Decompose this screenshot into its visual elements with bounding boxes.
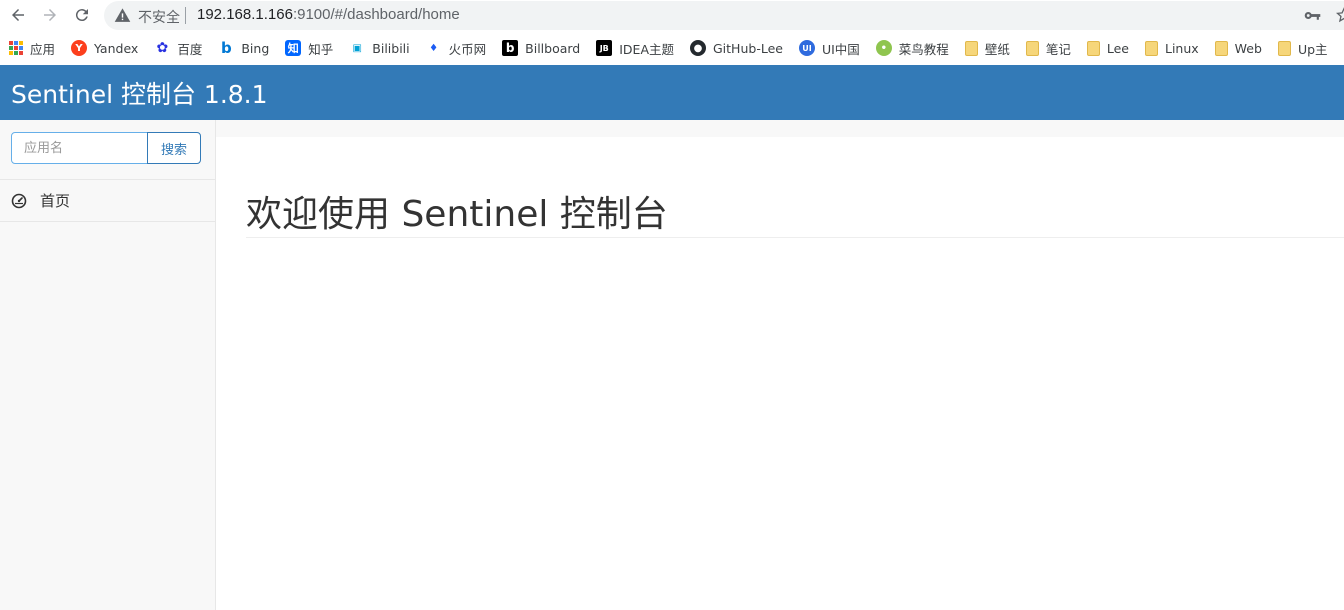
bookmark-label: 壁纸 [984,41,1010,57]
bookmark-label: 菜鸟教程 [898,41,949,57]
bookmark-folder-notes[interactable]: 笔记 [1025,39,1071,58]
page-title: 欢迎使用 Sentinel 控制台 [246,194,668,235]
bookmark-idea[interactable]: JB IDEA主题 [596,39,674,58]
zhihu-icon: 知 [285,40,302,56]
bookmark-label: IDEA主题 [619,41,674,57]
folder-icon [964,40,978,56]
bookmark-uichina[interactable]: UI UI中国 [798,39,860,58]
app-search: 搜索 [11,132,201,164]
bookmark-folder-lee[interactable]: Lee [1086,40,1129,56]
warning-icon[interactable] [114,7,131,24]
brand-title[interactable]: Sentinel 控制台 1.8.1 [11,75,268,111]
folder-icon [1277,40,1291,56]
bookmark-label: Up主 [1297,41,1328,57]
bookmark-folder-linux[interactable]: Linux [1144,40,1199,56]
bookmark-bilibili[interactable]: ▣ Bilibili [349,40,410,56]
uichina-icon: UI [798,40,815,56]
address-bar[interactable]: 不安全 192.168.1.166:9100/#/dashboard/home [104,1,1344,30]
url-text[interactable]: 192.168.1.166:9100/#/dashboard/home [197,6,460,23]
folder-icon [1086,40,1100,56]
apps-icon [9,41,23,55]
sidebar: 搜索 首页 [0,120,216,610]
bookmark-label: 应用 [30,41,56,57]
back-icon[interactable] [6,4,30,26]
folder-icon [1025,40,1039,56]
bookmark-label: Lee [1106,40,1129,56]
bookmark-yandex[interactable]: Y Yandex [71,40,138,56]
bookmark-zhihu[interactable]: 知 知乎 [285,39,333,58]
url-path: :9100/#/dashboard/home [292,6,460,23]
bookmark-label: 火币网 [448,41,487,57]
bing-icon: b [220,39,232,57]
bookmark-label: 知乎 [308,41,334,57]
bookmark-billboard[interactable]: b Billboard [502,40,580,56]
bookmark-label: Linux [1164,40,1199,56]
bookmark-baidu[interactable]: ✿ 百度 [154,39,202,58]
bookmark-apps[interactable]: 应用 [9,39,55,58]
bookmark-label: 笔记 [1045,41,1071,57]
app-header: Sentinel 控制台 1.8.1 [0,65,1344,120]
forward-icon[interactable] [38,4,62,26]
search-button[interactable]: 搜索 [147,132,201,164]
huobi-icon: ♦ [429,42,439,54]
reload-icon[interactable] [70,4,94,26]
bookmark-huobi[interactable]: ♦ 火币网 [426,39,487,58]
folder-icon [1214,40,1228,56]
bookmark-label: UI中国 [821,41,860,57]
bookmark-folder-web[interactable]: Web [1214,40,1262,56]
browser-toolbar: 不安全 192.168.1.166:9100/#/dashboard/home [0,0,1344,31]
bookmarks-bar: 应用 Y Yandex ✿ 百度 b Bing 知 知乎 ▣ Bilibili … [0,31,1344,65]
bookmark-label: Bing [241,40,270,56]
main-top-strip [216,120,1344,137]
bookmark-label: Billboard [525,40,581,56]
app-name-search-input[interactable] [11,132,148,164]
bookmark-runoob[interactable]: • 菜鸟教程 [875,39,949,58]
bilibili-icon: ▣ [352,42,362,54]
idea-icon: JB [596,40,613,56]
bookmark-github[interactable]: ● GitHub-Lee [690,40,783,56]
bookmark-folder-wallpaper[interactable]: 壁纸 [964,39,1010,58]
runoob-icon: • [875,40,892,56]
bookmark-label: Web [1234,40,1262,56]
sidebar-item-home[interactable]: 首页 [0,180,216,222]
bookmark-bing[interactable]: b Bing [218,39,270,57]
dashboard-icon [11,193,27,208]
sidebar-item-label: 首页 [40,192,71,210]
yandex-icon: Y [71,40,88,56]
bookmark-label: 百度 [177,41,203,57]
bookmark-folder-up[interactable]: Up主 [1277,39,1328,58]
bookmark-label: GitHub-Lee [713,40,783,56]
key-icon[interactable] [1304,8,1321,23]
url-host: 192.168.1.166 [197,6,293,23]
baidu-icon: ✿ [156,40,169,56]
address-separator [185,7,186,24]
folder-icon [1144,40,1158,56]
star-icon[interactable] [1336,7,1344,23]
bookmark-label: Yandex [94,40,139,56]
billboard-icon: b [502,40,519,56]
main-content: 欢迎使用 Sentinel 控制台 [216,137,1344,610]
github-icon: ● [690,40,706,56]
security-label[interactable]: 不安全 [138,7,180,27]
bookmark-label: Bilibili [372,40,410,56]
title-divider [246,237,1344,238]
